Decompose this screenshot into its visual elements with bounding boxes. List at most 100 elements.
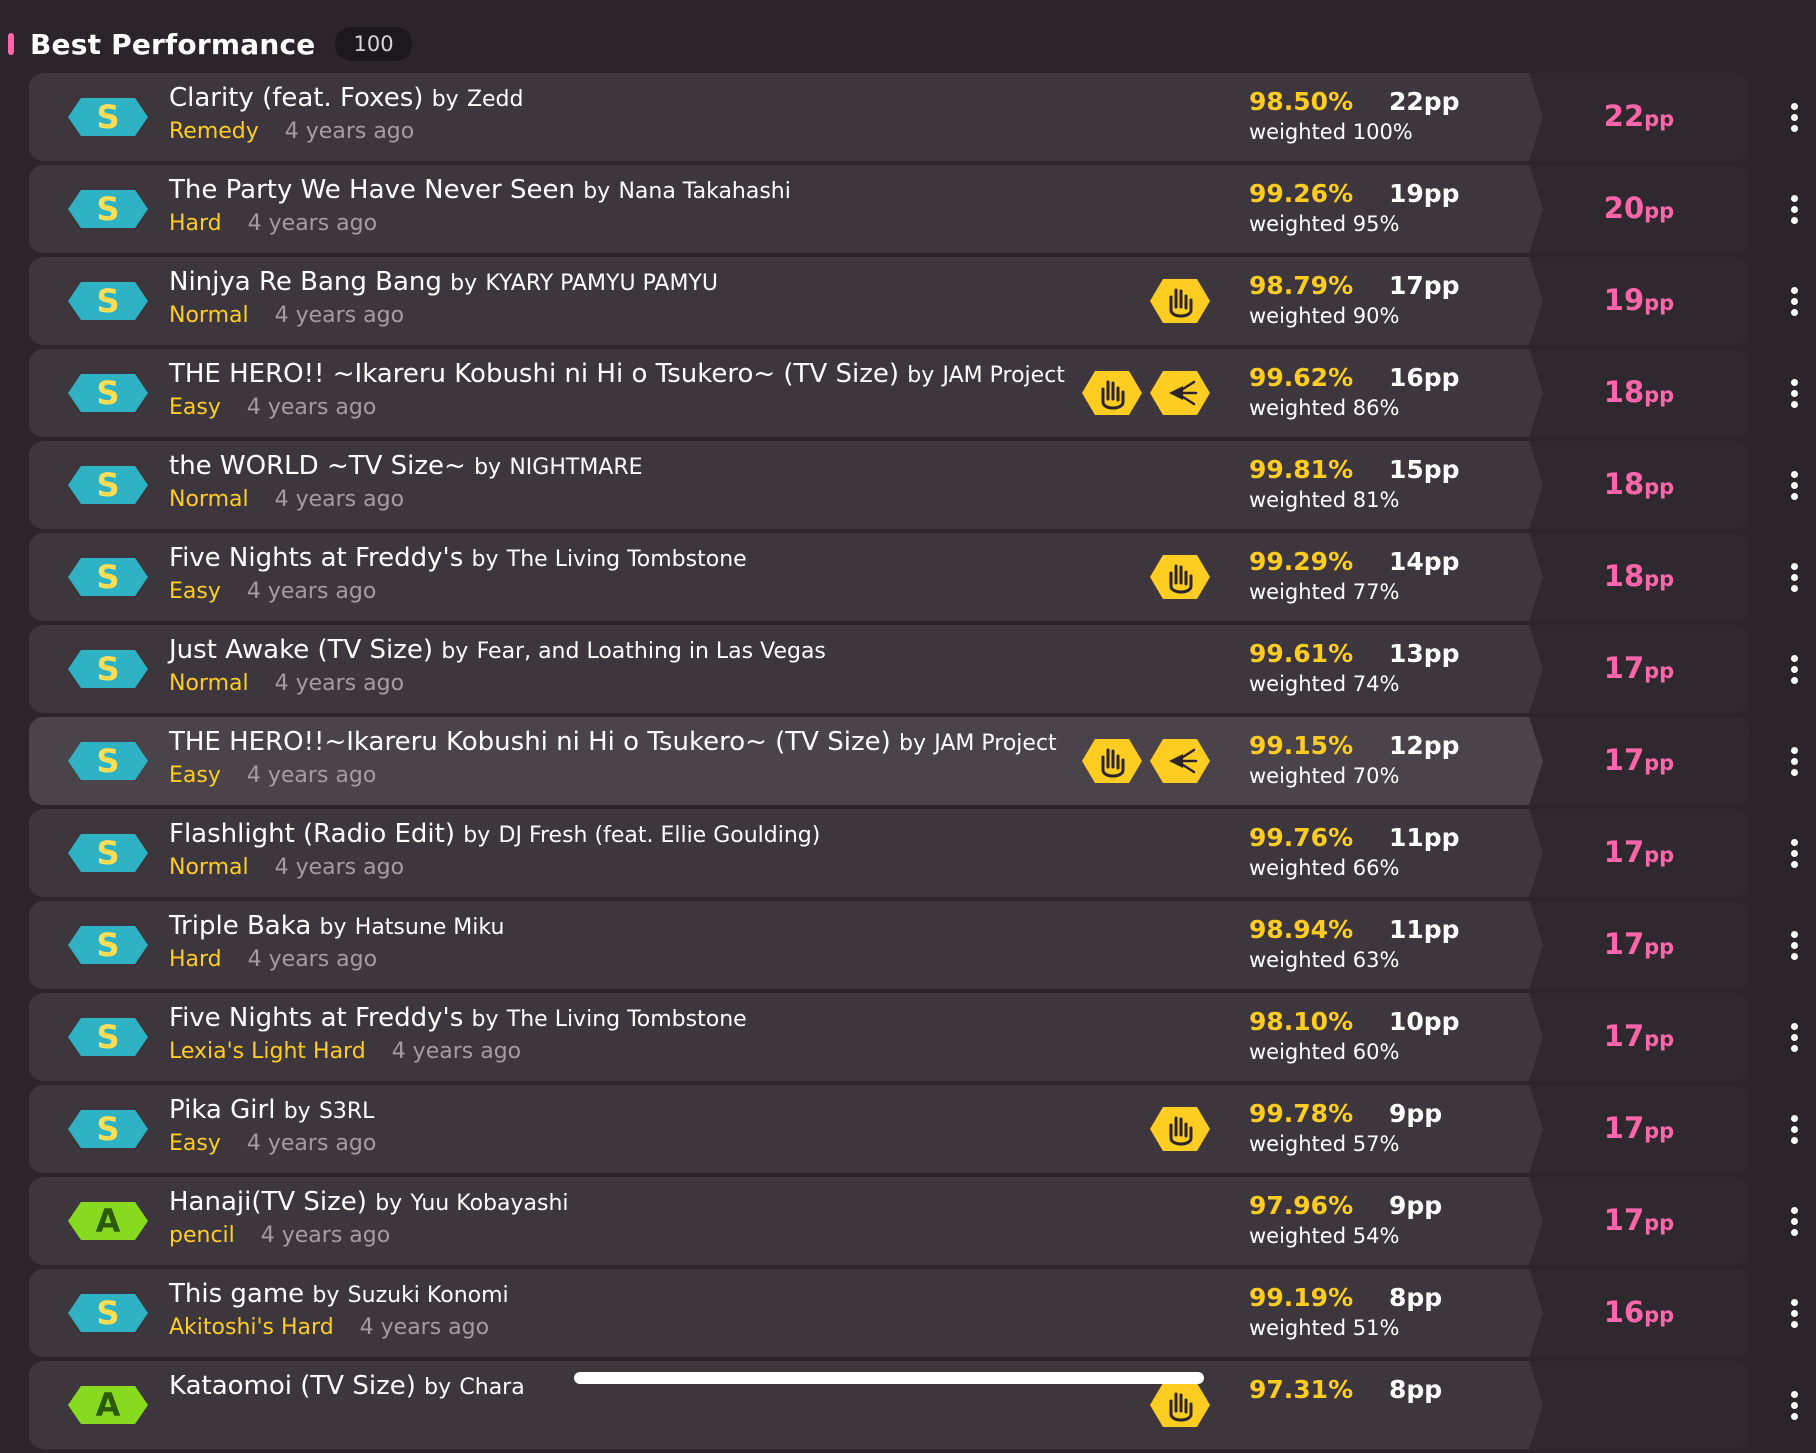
weight-percent: weighted 95% <box>1249 212 1400 236</box>
beatmap-artist: Zedd <box>466 87 524 112</box>
score-row[interactable]: S Just Awake (TV Size) by Fear, and Loath… <box>29 625 1798 713</box>
difficulty-name[interactable]: Lexia's Light Hard <box>169 1039 366 1064</box>
beatmap-title[interactable]: Hanaji(TV Size) <box>169 1187 367 1217</box>
score-time: 4 years ago <box>274 855 405 880</box>
difficulty-name[interactable]: pencil <box>169 1223 235 1248</box>
more-options-icon[interactable] <box>1789 103 1799 136</box>
difficulty-name[interactable]: Hard <box>169 947 222 972</box>
score-time: 4 years ago <box>391 1039 522 1064</box>
raw-pp: 15pp <box>1389 455 1460 484</box>
score-time: 4 years ago <box>274 487 405 512</box>
rank-letter: S <box>96 190 120 228</box>
beatmap-title[interactable]: Five Nights at Freddy's <box>169 543 463 573</box>
beatmap-title[interactable]: Clarity (feat. Foxes) <box>169 83 423 113</box>
more-options-icon[interactable] <box>1789 195 1799 228</box>
score-time: 4 years ago <box>246 1131 377 1156</box>
beatmap-artist: Chara <box>459 1375 525 1400</box>
beatmap-artist: The Living Tombstone <box>506 547 747 572</box>
beatmap-title[interactable]: Ninjya Re Bang Bang <box>169 267 442 297</box>
more-options-icon[interactable] <box>1789 379 1799 412</box>
rank-badge: S <box>67 465 149 505</box>
beatmap-title[interactable]: THE HERO!! ~Ikareru Kobushi ni Hi o Tsuk… <box>169 359 899 389</box>
beatmap-title[interactable]: Five Nights at Freddy's <box>169 1003 463 1033</box>
by-label: by <box>319 915 347 940</box>
beatmap-title[interactable]: THE HERO!!~Ikareru Kobushi ni Hi o Tsuke… <box>169 727 891 757</box>
pp-unit: pp <box>1644 1027 1675 1051</box>
beatmap-artist: DJ Fresh (feat. Ellie Goulding) <box>498 823 821 848</box>
difficulty-name[interactable]: Easy <box>169 395 221 420</box>
difficulty-name[interactable]: Akitoshi's Hard <box>169 1315 334 1340</box>
difficulty-name[interactable]: Normal <box>169 671 249 696</box>
score-row[interactable]: S THE HERO!! ~Ikareru Kobushi ni Hi o Tsu… <box>29 349 1798 437</box>
more-options-icon[interactable] <box>1789 1207 1799 1240</box>
more-options-icon[interactable] <box>1789 655 1799 688</box>
more-options-icon[interactable] <box>1789 839 1799 872</box>
pp-unit: pp <box>1644 1119 1675 1143</box>
accuracy: 99.81% <box>1249 455 1354 484</box>
more-options-icon[interactable] <box>1789 563 1799 596</box>
score-row[interactable]: S Pika Girl by S3RL Easy 4 years ago 99.78% 9… <box>29 1085 1798 1173</box>
scrollbar[interactable] <box>574 1372 1204 1384</box>
rank-badge: S <box>67 1017 149 1057</box>
score-stats: 99.62% 16pp weighted 86% <box>1249 363 1499 420</box>
score-row[interactable]: S Clarity (feat. Foxes) by Zedd Remedy 4 ye… <box>29 73 1798 161</box>
score-row[interactable]: S The Party We Have Never Seen by Nana Ta… <box>29 165 1798 253</box>
difficulty-name[interactable]: Normal <box>169 487 249 512</box>
score-row[interactable]: Sthe WORLD ~TV Size~ by NIGHTMARE Normal 4… <box>29 441 1798 529</box>
beatmap-title[interactable]: This game <box>169 1279 304 1309</box>
accuracy: 98.79% <box>1249 271 1354 300</box>
beatmap-info: Ninjya Re Bang Bang by KYARY PAMYU PAMYU… <box>169 267 1069 328</box>
beatmap-title[interactable]: the WORLD ~TV Size~ <box>169 451 466 481</box>
pp-unit: pp <box>1644 383 1675 407</box>
score-row[interactable]: S This game by Suzuki Konomi Akitoshi's Ha… <box>29 1269 1798 1357</box>
difficulty-name[interactable]: Easy <box>169 763 221 788</box>
beatmap-artist: The Living Tombstone <box>506 1007 747 1032</box>
weighted-pp-box: 18pp <box>1529 441 1749 529</box>
score-row[interactable]: S Five Nights at Freddy's by The Living T… <box>29 993 1798 1081</box>
hidden-hand-icon <box>1149 553 1211 601</box>
more-options-icon[interactable] <box>1789 471 1799 504</box>
more-options-icon[interactable] <box>1789 287 1799 320</box>
score-row[interactable]: A Hanaji(TV Size) by Yuu Kobayashi pencil 4… <box>29 1177 1798 1265</box>
beatmap-info: the WORLD ~TV Size~ by NIGHTMARE Normal 4 … <box>169 451 1069 512</box>
score-row[interactable]: S Five Nights at Freddy's by The Living T… <box>29 533 1798 621</box>
beatmap-title[interactable]: Pika Girl <box>169 1095 275 1125</box>
beatmap-title[interactable]: Kataomoi (TV Size) <box>169 1371 416 1401</box>
raw-pp: 19pp <box>1389 179 1460 208</box>
raw-pp: 12pp <box>1389 731 1460 760</box>
weighted-pp-box: 17pp <box>1529 717 1749 805</box>
more-options-icon[interactable] <box>1789 1115 1799 1148</box>
accuracy: 99.76% <box>1249 823 1354 852</box>
more-options-icon[interactable] <box>1789 1299 1799 1332</box>
more-options-icon[interactable] <box>1789 1391 1799 1424</box>
difficulty-name[interactable]: Hard <box>169 211 222 236</box>
weighted-pp-box <box>1529 1361 1749 1449</box>
accuracy: 99.78% <box>1249 1099 1354 1128</box>
beatmap-title[interactable]: The Party We Have Never Seen <box>169 175 575 205</box>
beatmap-artist: JAM Project <box>942 363 1065 388</box>
score-row[interactable]: S THE HERO!!~Ikareru Kobushi ni Hi o Tsuk… <box>29 717 1798 805</box>
beatmap-title[interactable]: Triple Baka <box>169 911 311 941</box>
difficulty-name[interactable]: Remedy <box>169 119 259 144</box>
difficulty-name[interactable]: Easy <box>169 579 221 604</box>
beatmap-info: Five Nights at Freddy's by The Living To… <box>169 1003 1069 1064</box>
beatmap-artist: Suzuki Konomi <box>347 1283 509 1308</box>
weight-percent: weighted 74% <box>1249 672 1400 696</box>
score-stats: 99.81% 15pp weighted 81% <box>1249 455 1499 512</box>
by-label: by <box>474 455 502 480</box>
score-row[interactable]: S Flashlight (Radio Edit) by DJ Fresh (fe… <box>29 809 1798 897</box>
by-label: by <box>463 823 491 848</box>
more-options-icon[interactable] <box>1789 931 1799 964</box>
more-options-icon[interactable] <box>1789 747 1799 780</box>
beatmap-title[interactable]: Flashlight (Radio Edit) <box>169 819 455 849</box>
weighted-pp-box: 16pp <box>1529 1269 1749 1357</box>
score-row[interactable]: S Triple Baka by Hatsune Miku Hard 4 years … <box>29 901 1798 989</box>
difficulty-name[interactable]: Easy <box>169 1131 221 1156</box>
beatmap-title[interactable]: Just Awake (TV Size) <box>169 635 433 665</box>
more-options-icon[interactable] <box>1789 1023 1799 1056</box>
raw-pp: 22pp <box>1389 87 1460 116</box>
score-row[interactable]: S Ninjya Re Bang Bang by KYARY PAMYU PAMY… <box>29 257 1798 345</box>
hidden-hand-icon <box>1149 1381 1211 1429</box>
difficulty-name[interactable]: Normal <box>169 855 249 880</box>
difficulty-name[interactable]: Normal <box>169 303 249 328</box>
